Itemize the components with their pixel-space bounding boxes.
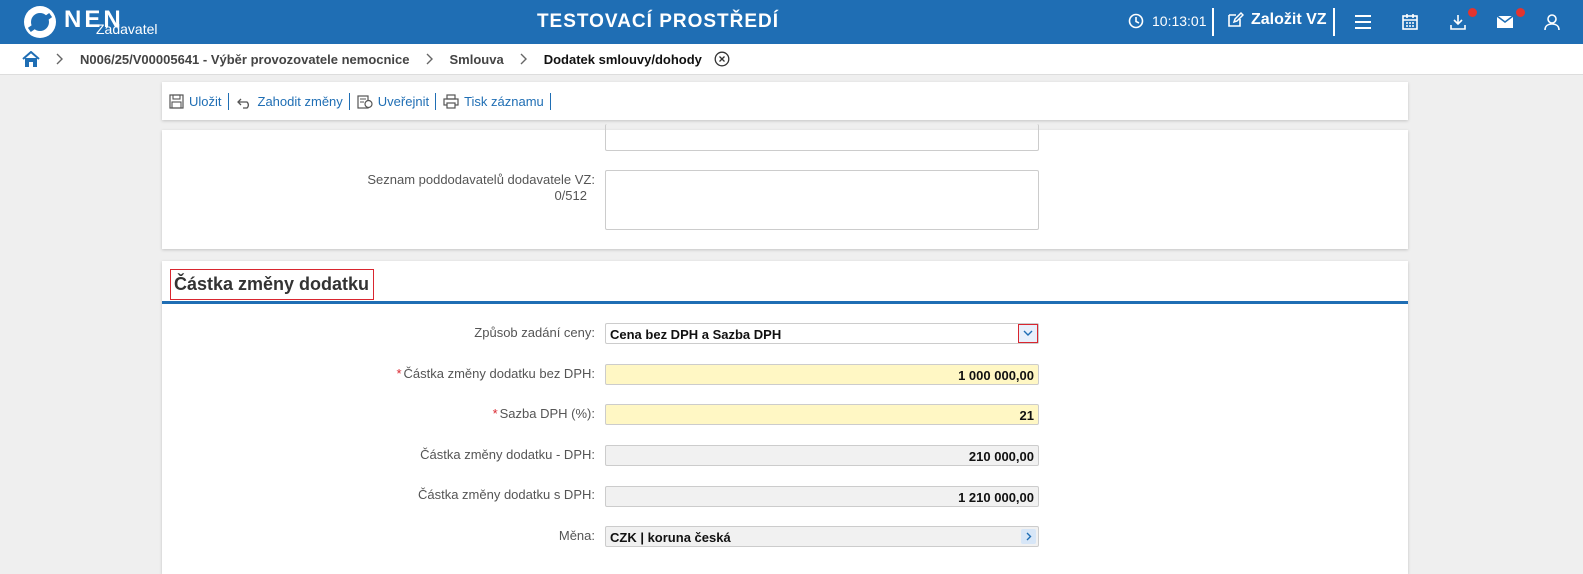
subcontractors-label-text: Seznam poddodavatelů dodavatele VZ: (367, 172, 595, 187)
session-clock: 10:13:01 (1128, 13, 1207, 29)
chevron-right-icon (520, 53, 528, 65)
print-record-label: Tisk záznamu (464, 93, 544, 109)
subcontractors-label: Seznam poddodavatelů dodavatele VZ: 0/51… (367, 172, 595, 204)
chevron-right-icon (56, 53, 64, 65)
breadcrumb-item-tender[interactable]: N006/25/V00005641 - Výběr provozovatele … (80, 52, 410, 67)
vat-rate-label: * Sazba DPH (%): (493, 406, 595, 421)
amount-no-vat-input[interactable]: 1 000 000,00 (605, 364, 1039, 385)
breadcrumb: N006/25/V00005641 - Výběr provozovatele … (0, 44, 1583, 75)
save-button[interactable]: Uložit (169, 94, 228, 109)
chevron-down-icon[interactable] (1018, 324, 1038, 343)
discard-changes-label: Zahodit změny (257, 93, 343, 109)
chevron-right-icon (426, 53, 434, 65)
currency-value: CZK | koruna česká (610, 530, 731, 545)
publish-label: Uveřejnit (377, 93, 430, 109)
printer-icon (443, 93, 459, 109)
amount-no-vat-label-text: Částka změny dodatku bez DPH: (403, 366, 595, 381)
subcontractors-panel: Seznam poddodavatelů dodavatele VZ: 0/51… (162, 124, 1408, 249)
amount-no-vat-label: * Částka změny dodatku bez DPH: (396, 366, 595, 381)
currency-field[interactable]: CZK | koruna česká (605, 526, 1039, 547)
action-toolbar: Uložit Zahodit změny Uveřejnit Tisk zázn… (162, 82, 1408, 120)
environment-title: TESTOVACÍ PROSTŘEDÍ (536, 11, 780, 32)
menu-icon[interactable] (1353, 12, 1373, 32)
breadcrumb-item-contract[interactable]: Smlouva (450, 52, 504, 67)
floppy-icon (169, 93, 184, 109)
close-circle-icon[interactable] (714, 51, 730, 67)
download-icon[interactable] (1448, 12, 1468, 32)
currency-label: Měna: (558, 528, 595, 543)
required-marker: * (492, 406, 498, 421)
toolbar-divider (549, 92, 551, 110)
edit-icon (1228, 11, 1244, 27)
amount-change-section: Částka změny dodatku Způsob zadání ceny:… (162, 261, 1408, 574)
breadcrumb-item-current: Dodatek smlouvy/dohody (543, 51, 702, 67)
subcontractors-textarea[interactable] (605, 170, 1039, 230)
header-divider (1333, 8, 1335, 36)
publish-button[interactable]: Uveřejnit (357, 93, 435, 109)
subcontractors-counter: 0/512 (554, 188, 587, 203)
mail-icon[interactable] (1495, 12, 1515, 32)
amount-with-vat-label: Částka změny dodatku s DPH: (417, 487, 595, 502)
calendar-icon[interactable] (1400, 12, 1420, 32)
save-label: Uložit (189, 93, 222, 109)
chevron-right-icon[interactable] (1021, 529, 1036, 544)
download-notification-dot (1468, 8, 1477, 17)
price-mode-label: Způsob zadání ceny: (474, 325, 595, 340)
create-tender-label: Založit VZ (1251, 11, 1327, 28)
mail-notification-dot (1516, 8, 1525, 17)
toolbar-divider (435, 92, 437, 110)
discard-changes-button[interactable]: Zahodit změny (236, 94, 349, 109)
user-icon[interactable] (1542, 12, 1562, 32)
create-tender-button[interactable]: Založit VZ (1226, 11, 1327, 29)
toolbar-divider (348, 92, 350, 110)
vat-rate-input[interactable]: 21 (605, 404, 1039, 425)
publish-icon (357, 95, 373, 109)
vat-amount-label: Částka změny dodatku - DPH: (420, 447, 595, 462)
section-title: Částka změny dodatku (170, 269, 375, 300)
price-mode-select[interactable]: Cena bez DPH a Sazba DPH (605, 323, 1039, 344)
home-icon[interactable] (22, 50, 40, 68)
price-mode-value: Cena bez DPH a Sazba DPH (610, 327, 782, 342)
required-marker: * (396, 366, 402, 381)
amount-with-vat-field: 1 210 000,00 (605, 486, 1039, 507)
vat-rate-label-text: Sazba DPH (%): (499, 406, 595, 421)
section-underline (162, 301, 1408, 304)
top-bar: NEN Zadavatel TESTOVACÍ PROSTŘEDÍ 10:13:… (0, 0, 1583, 44)
clock-time: 10:13:01 (1152, 13, 1207, 29)
print-record-button[interactable]: Tisk záznamu (443, 94, 550, 109)
clock-icon (1128, 13, 1144, 29)
header-divider (1212, 8, 1214, 36)
vat-amount-field: 210 000,00 (605, 445, 1039, 466)
previous-textarea[interactable] (605, 124, 1039, 151)
undo-icon (236, 98, 249, 109)
toolbar-divider (227, 92, 229, 110)
